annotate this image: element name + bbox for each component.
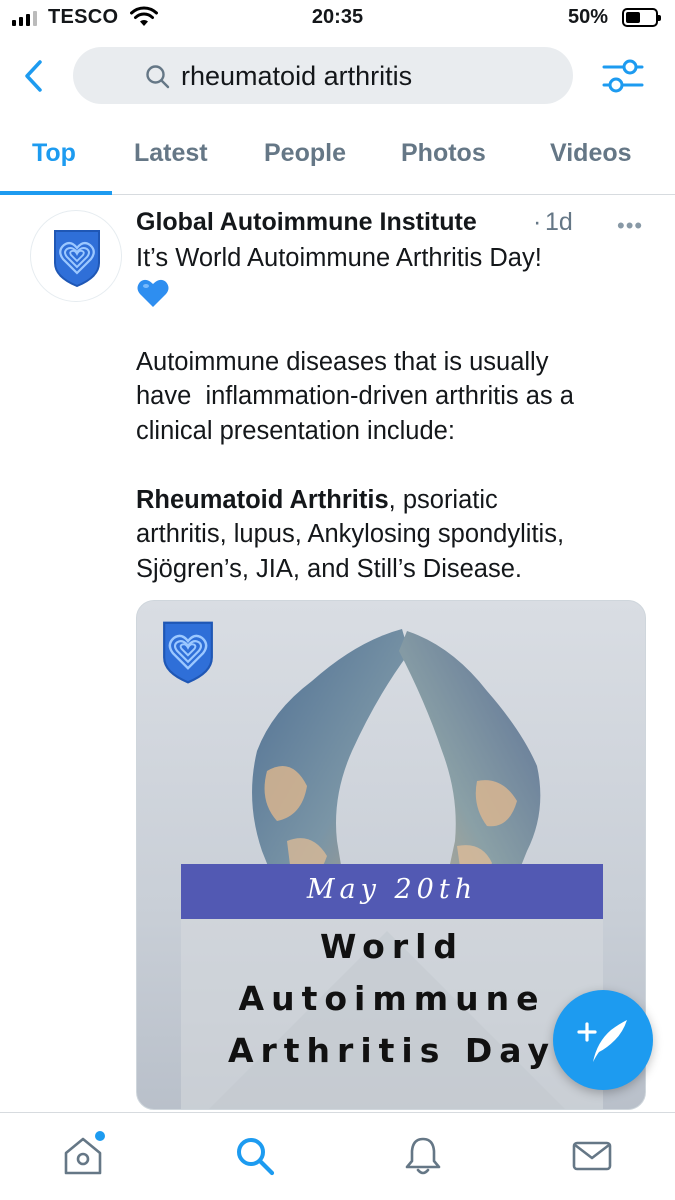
tab-latest[interactable]: Latest bbox=[134, 139, 208, 168]
tweet-author[interactable]: Global Autoimmune Institute bbox=[136, 208, 477, 237]
search-input[interactable]: rheumatoid arthritis bbox=[73, 47, 573, 104]
battery-icon bbox=[622, 8, 661, 27]
search-tabs: Top Latest People Photos Videos bbox=[0, 125, 675, 195]
tab-photos[interactable]: Photos bbox=[401, 139, 486, 168]
blue-heart-emoji bbox=[137, 279, 169, 307]
bold-text: Rheumatoid Arthritis bbox=[136, 485, 389, 514]
sliders-icon bbox=[602, 59, 644, 93]
notification-dot bbox=[95, 1131, 105, 1141]
tweet-line: clinical presentation include: bbox=[136, 416, 455, 445]
home-icon bbox=[64, 1137, 102, 1175]
compose-tweet-button[interactable] bbox=[553, 990, 653, 1090]
compose-tweet-icon bbox=[577, 1020, 627, 1062]
more-horizontal-icon[interactable]: ••• bbox=[617, 213, 643, 239]
event-title-line: World bbox=[319, 927, 465, 966]
logo-shield-icon bbox=[163, 621, 213, 684]
tweet-age: 1d bbox=[545, 208, 573, 236]
nav-notifications[interactable] bbox=[402, 1135, 444, 1182]
tab-videos[interactable]: Videos bbox=[550, 139, 632, 168]
event-title-line: Arthritis Day bbox=[227, 1031, 557, 1070]
battery-percentage: 50% bbox=[568, 6, 609, 28]
bottom-navigation bbox=[0, 1112, 675, 1200]
tweet-line: Sjögren’s, JIA, and Still’s Disease. bbox=[136, 554, 522, 583]
search-filter-button[interactable] bbox=[600, 56, 646, 101]
meta-separator: · bbox=[533, 208, 542, 236]
chevron-left-icon bbox=[25, 60, 42, 92]
tweet-line: arthritis, lupus, Ankylosing spondylitis… bbox=[136, 520, 565, 548]
status-bar: TESCO 20:35 50% bbox=[0, 0, 675, 38]
active-tab-indicator bbox=[0, 191, 112, 195]
tweet-text: It’s World Autoimmune Arthritis Day! Aut… bbox=[136, 241, 656, 586]
tweet-line: have inflammation-driven arthritis as a bbox=[136, 382, 574, 410]
nav-search[interactable] bbox=[234, 1135, 276, 1182]
tweet-line: Autoimmune diseases that is usually bbox=[136, 347, 549, 376]
bell-icon bbox=[405, 1137, 441, 1175]
avatar[interactable] bbox=[30, 210, 122, 302]
tab-people[interactable]: People bbox=[264, 139, 346, 168]
event-title-line: Autoimmune bbox=[238, 979, 546, 1018]
battery-fill bbox=[626, 12, 640, 23]
tab-top[interactable]: Top bbox=[32, 139, 76, 168]
mail-icon bbox=[572, 1141, 612, 1171]
search-query[interactable]: rheumatoid arthritis bbox=[181, 61, 412, 92]
event-date: May 20th bbox=[306, 874, 478, 905]
tweet-line: It’s World Autoimmune Arthritis Day! bbox=[136, 244, 542, 272]
tweet-line: Rheumatoid Arthritis, psoriatic bbox=[136, 485, 498, 514]
shield-heart-icon bbox=[54, 230, 100, 287]
title-banner: World Autoimmune Arthritis Day bbox=[181, 919, 603, 1109]
search-icon bbox=[145, 64, 171, 95]
search-icon bbox=[237, 1138, 275, 1176]
date-banner: May 20th bbox=[181, 864, 603, 919]
nav-messages[interactable] bbox=[571, 1135, 613, 1182]
back-button[interactable] bbox=[20, 58, 50, 94]
nav-home[interactable] bbox=[62, 1135, 104, 1182]
